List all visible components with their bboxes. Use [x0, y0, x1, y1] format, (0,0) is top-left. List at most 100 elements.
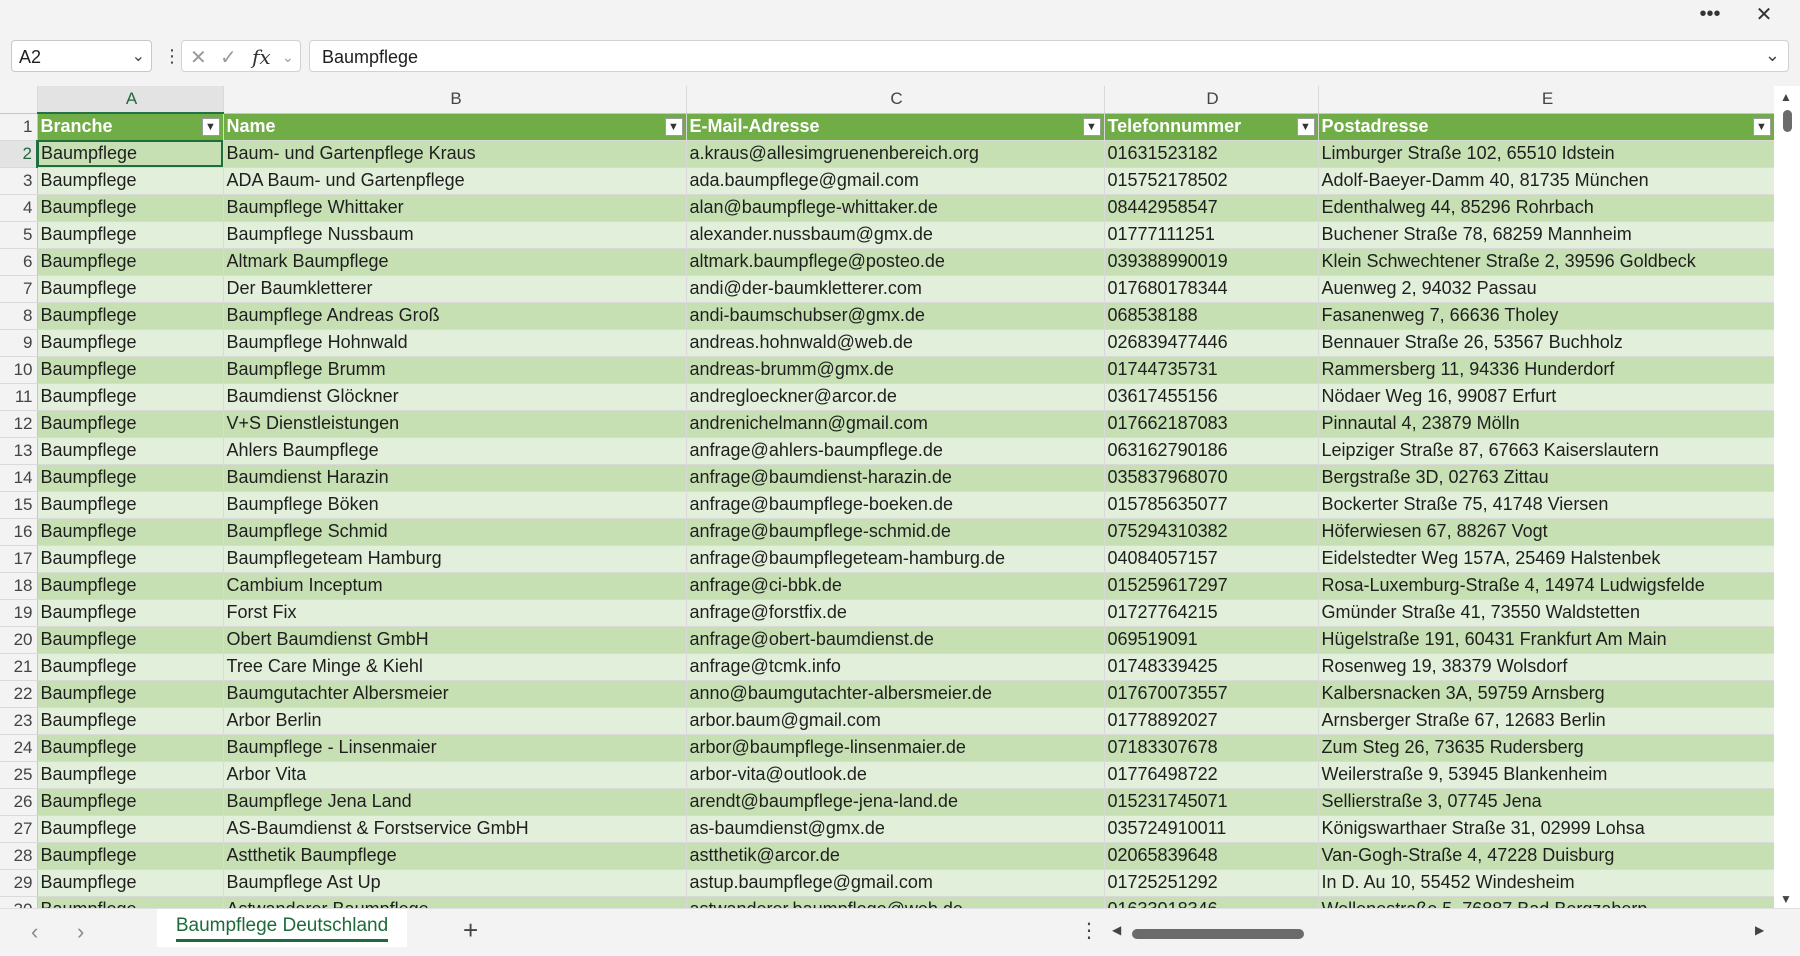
row-header[interactable]: 23 [0, 707, 38, 735]
cell-branche[interactable]: Baumpflege [37, 248, 224, 276]
cell-postadresse[interactable]: Rammersberg 11, 94336 Hunderdorf [1318, 356, 1775, 384]
cell-email[interactable]: anfrage@obert-baumdienst.de [686, 626, 1105, 654]
cell-email[interactable]: arbor@baumpflege-linsenmaier.de [686, 734, 1105, 762]
cell-email[interactable]: anfrage@ci-bbk.de [686, 572, 1105, 600]
cell-telefon[interactable]: 017662187083 [1104, 410, 1319, 438]
cell-email[interactable]: andregloeckner@arcor.de [686, 383, 1105, 411]
row-header[interactable]: 5 [0, 221, 38, 249]
row-header[interactable]: 12 [0, 410, 38, 438]
cell-postadresse[interactable]: Sellierstraße 3, 07745 Jena [1318, 788, 1775, 816]
cell-email[interactable]: arbor.baum@gmail.com [686, 707, 1105, 735]
cell-branche[interactable]: Baumpflege [37, 518, 224, 546]
column-header-b[interactable]: B [223, 86, 687, 114]
row-header[interactable]: 29 [0, 869, 38, 897]
row-header[interactable]: 11 [0, 383, 38, 411]
vertical-scrollbar[interactable]: ▲ ▼ [1774, 86, 1800, 908]
filter-dropdown-icon[interactable]: ▼ [1752, 117, 1771, 136]
cell-name[interactable]: Baumpflege Nussbaum [223, 221, 687, 249]
cell-telefon[interactable]: 01748339425 [1104, 653, 1319, 681]
insert-function-icon[interactable]: fx [252, 45, 271, 69]
cell-telefon[interactable]: 04084057157 [1104, 545, 1319, 573]
cell-telefon[interactable]: 039388990019 [1104, 248, 1319, 276]
header-cell-postadresse[interactable]: Postadresse ▼ [1318, 113, 1775, 141]
formula-input[interactable]: Baumpflege ⌄ [309, 40, 1789, 72]
cell-postadresse[interactable]: Bennauer Straße 26, 53567 Buchholz [1318, 329, 1775, 357]
cell-postadresse[interactable]: Wellenestraße 5, 76887 Bad Bergzabern [1318, 896, 1775, 908]
cell-telefon[interactable]: 035724910011 [1104, 815, 1319, 843]
cell-name[interactable]: Baumpflege Andreas Groß [223, 302, 687, 330]
row-header[interactable]: 17 [0, 545, 38, 573]
select-all-corner[interactable] [0, 86, 38, 114]
cell-telefon[interactable]: 02065839648 [1104, 842, 1319, 870]
row-header[interactable]: 25 [0, 761, 38, 789]
cell-telefon[interactable]: 01727764215 [1104, 599, 1319, 627]
name-box-value[interactable]: A2 [19, 47, 41, 68]
scroll-thumb[interactable] [1783, 110, 1792, 132]
cell-email[interactable]: arendt@baumpflege-jena-land.de [686, 788, 1105, 816]
cell-name[interactable]: Baumpflege - Linsenmaier [223, 734, 687, 762]
cell-name[interactable]: Forst Fix [223, 599, 687, 627]
cell-branche[interactable]: Baumpflege [37, 734, 224, 762]
cell-telefon[interactable]: 01777111251 [1104, 221, 1319, 249]
row-header[interactable]: 10 [0, 356, 38, 384]
header-cell-name[interactable]: Name ▼ [223, 113, 687, 141]
cell-telefon[interactable]: 01633018346 [1104, 896, 1319, 908]
cell-email[interactable]: alexander.nussbaum@gmx.de [686, 221, 1105, 249]
cell-telefon[interactable]: 015752178502 [1104, 167, 1319, 195]
row-header[interactable]: 8 [0, 302, 38, 330]
formula-value[interactable]: Baumpflege [322, 47, 418, 68]
cell-postadresse[interactable]: Rosa-Luxemburg-Straße 4, 14974 Ludwigsfe… [1318, 572, 1775, 600]
cell-branche[interactable]: Baumpflege [37, 464, 224, 492]
cell-telefon[interactable]: 015785635077 [1104, 491, 1319, 519]
sheet-tab-baumpflege-deutschland[interactable]: Baumpflege Deutschland [157, 909, 407, 947]
cell-postadresse[interactable]: Fasanenweg 7, 66636 Tholey [1318, 302, 1775, 330]
cell-postadresse[interactable]: Weilerstraße 9, 53945 Blankenheim [1318, 761, 1775, 789]
cell-email[interactable]: arbor-vita@outlook.de [686, 761, 1105, 789]
cell-postadresse[interactable]: Kalbersnacken 3A, 59759 Arnsberg [1318, 680, 1775, 708]
cell-email[interactable]: anfrage@baumdienst-harazin.de [686, 464, 1105, 492]
cell-postadresse[interactable]: Rosenweg 19, 38379 Wolsdorf [1318, 653, 1775, 681]
cell-branche[interactable]: Baumpflege [37, 167, 224, 195]
cell-branche[interactable]: Baumpflege [37, 626, 224, 654]
cell-email[interactable]: astwanderer.baumpflege@web.de [686, 896, 1105, 908]
cell-email[interactable]: anno@baumgutachter-albersmeier.de [686, 680, 1105, 708]
cell-branche[interactable]: Baumpflege [37, 302, 224, 330]
cell-name[interactable]: Baumgutachter Albersmeier [223, 680, 687, 708]
row-header[interactable]: 27 [0, 815, 38, 843]
cell-branche[interactable]: Baumpflege [37, 221, 224, 249]
horizontal-scroll-thumb[interactable] [1132, 929, 1304, 939]
cell-telefon[interactable]: 035837968070 [1104, 464, 1319, 492]
row-header[interactable]: 16 [0, 518, 38, 546]
cell-branche[interactable]: Baumpflege [37, 653, 224, 681]
cell-branche[interactable]: Baumpflege [37, 545, 224, 573]
cell-postadresse[interactable]: Arnsberger Straße 67, 12683 Berlin [1318, 707, 1775, 735]
cell-telefon[interactable]: 01778892027 [1104, 707, 1319, 735]
row-header[interactable]: 26 [0, 788, 38, 816]
row-header[interactable]: 19 [0, 599, 38, 627]
cell-branche[interactable]: Baumpflege [37, 383, 224, 411]
cell-postadresse[interactable]: Van-Gogh-Straße 4, 47228 Duisburg [1318, 842, 1775, 870]
cell-name[interactable]: Baumpflege Ast Up [223, 869, 687, 897]
row-header[interactable]: 18 [0, 572, 38, 600]
cell-email[interactable]: anfrage@tcmk.info [686, 653, 1105, 681]
row-header[interactable]: 14 [0, 464, 38, 492]
cell-email[interactable]: anfrage@baumpflege-schmid.de [686, 518, 1105, 546]
row-header[interactable]: 30 [0, 896, 38, 908]
cell-name[interactable]: Baumdienst Harazin [223, 464, 687, 492]
row-header[interactable]: 20 [0, 626, 38, 654]
cell-branche[interactable]: Baumpflege [37, 194, 224, 222]
cell-name[interactable]: Altmark Baumpflege [223, 248, 687, 276]
cell-telefon[interactable]: 017670073557 [1104, 680, 1319, 708]
row-header[interactable]: 6 [0, 248, 38, 276]
cell-branche[interactable]: Baumpflege [37, 356, 224, 384]
chevron-down-icon[interactable]: ⌄ [132, 46, 145, 66]
cell-name[interactable]: ADA Baum- und Gartenpflege [223, 167, 687, 195]
cell-email[interactable]: andreas.hohnwald@web.de [686, 329, 1105, 357]
cell-telefon[interactable]: 01725251292 [1104, 869, 1319, 897]
cell-name[interactable]: Der Baumkletterer [223, 275, 687, 303]
filter-dropdown-icon[interactable]: ▼ [1082, 117, 1101, 136]
cell-telefon[interactable]: 015259617297 [1104, 572, 1319, 600]
cell-name[interactable]: Baumpflege Böken [223, 491, 687, 519]
row-header[interactable]: 13 [0, 437, 38, 465]
filter-dropdown-icon[interactable]: ▼ [1296, 117, 1315, 136]
